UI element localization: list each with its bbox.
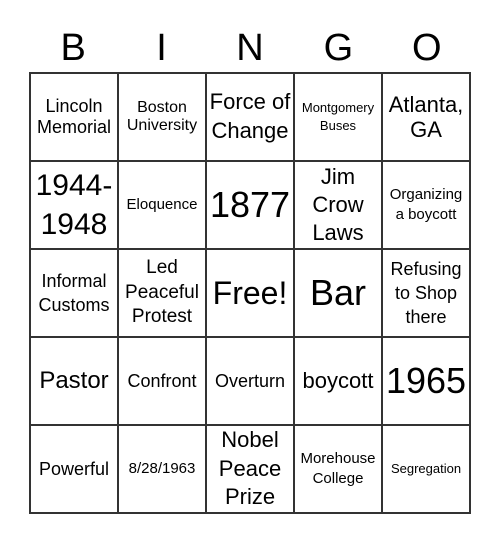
header-letter-b: B [60, 27, 86, 69]
bingo-cell[interactable]: Boston University [118, 73, 206, 161]
bingo-cell[interactable]: Confront [118, 337, 206, 425]
bingo-cell[interactable]: Jim Crow Laws [294, 161, 382, 249]
header-letter-o: O [411, 27, 442, 69]
header-letter-g: G [323, 27, 354, 69]
bingo-header: B I N G O [29, 24, 471, 72]
bingo-cell[interactable]: Morehouse College [294, 425, 382, 513]
bingo-cell[interactable]: Lincoln Memorial [30, 73, 118, 161]
bingo-cell[interactable]: boycott [294, 337, 382, 425]
bingo-cell[interactable]: Montgomery Buses [294, 73, 382, 161]
bingo-cell[interactable]: Organizing a boycott [382, 161, 470, 249]
bingo-cell[interactable]: Powerful [30, 425, 118, 513]
bingo-cell[interactable]: Atlanta, GA [382, 73, 470, 161]
bingo-cell[interactable]: Pastor [30, 337, 118, 425]
free-space-cell[interactable]: Free! [206, 249, 294, 337]
bingo-cell[interactable]: Led Peaceful Protest [118, 249, 206, 337]
bingo-grid: Lincoln Memorial Boston University Force… [29, 72, 471, 514]
bingo-cell[interactable]: Informal Customs [30, 249, 118, 337]
bingo-cell[interactable]: Force of Change [206, 73, 294, 161]
bingo-cell[interactable]: 1877 [206, 161, 294, 249]
bingo-cell[interactable]: Bar [294, 249, 382, 337]
bingo-cell[interactable]: Segregation [382, 425, 470, 513]
bingo-cell[interactable]: Eloquence [118, 161, 206, 249]
bingo-cell[interactable]: 1965 [382, 337, 470, 425]
header-letter-n: N [236, 27, 264, 69]
bingo-cell[interactable]: 1944-1948 [30, 161, 118, 249]
header-letter-i: I [156, 27, 167, 69]
bingo-cell[interactable]: Refusing to Shop there [382, 249, 470, 337]
bingo-cell[interactable]: Nobel Peace Prize [206, 425, 294, 513]
bingo-cell[interactable]: Overturn [206, 337, 294, 425]
bingo-cell[interactable]: 8/28/1963 [118, 425, 206, 513]
